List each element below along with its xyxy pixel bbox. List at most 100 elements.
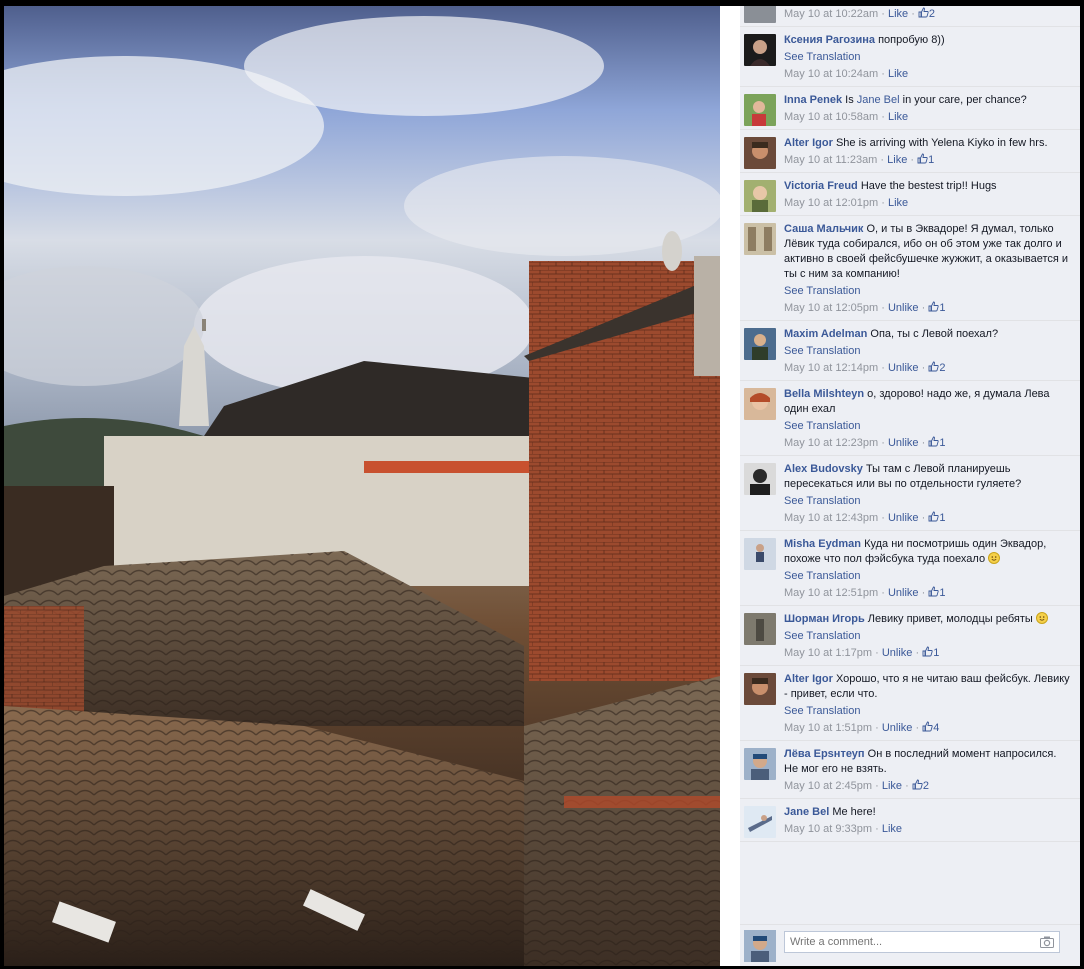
comment-meta: May 10 at 11:23am · Like · 1 bbox=[784, 153, 935, 166]
comment-author-link[interactable]: Alter Igor bbox=[784, 673, 833, 685]
like-button[interactable]: Like bbox=[888, 8, 908, 20]
like-button[interactable]: Unlike bbox=[882, 647, 913, 659]
comment-author-link[interactable]: Jane Bel bbox=[784, 806, 829, 818]
mention-link[interactable]: Jane Bel bbox=[857, 94, 900, 106]
like-count[interactable]: 1 bbox=[928, 511, 946, 524]
comment-author-link[interactable]: Саша Мальчик bbox=[784, 223, 863, 235]
avatar[interactable] bbox=[744, 223, 776, 255]
like-count-value: 1 bbox=[939, 437, 946, 449]
comment-timestamp[interactable]: May 10 at 12:14pm bbox=[784, 362, 878, 374]
like-count[interactable]: 1 bbox=[922, 646, 939, 659]
comment-timestamp[interactable]: May 10 at 10:58am bbox=[784, 111, 878, 123]
comment-item: Саша Мальчик О, и ты в Эквадоре! Я думал… bbox=[740, 216, 1080, 321]
like-count[interactable]: 1 bbox=[928, 436, 946, 449]
comment-body: Misha Eydman Куда ни посмотришь один Экв… bbox=[784, 537, 1072, 567]
like-button[interactable]: Like bbox=[888, 197, 908, 209]
see-translation-link[interactable]: See Translation bbox=[784, 494, 1072, 509]
comment-timestamp[interactable]: May 10 at 12:23pm bbox=[784, 437, 878, 449]
comment-author-link[interactable]: Misha Eydman bbox=[784, 538, 861, 550]
comment-body: Maxim Adelman Опа, ты с Левой поехал? bbox=[784, 327, 1072, 342]
thumbs-up-icon bbox=[917, 153, 928, 164]
like-button[interactable]: Unlike bbox=[888, 302, 919, 314]
avatar[interactable] bbox=[744, 613, 776, 645]
avatar[interactable] bbox=[744, 388, 776, 420]
comment-input[interactable] bbox=[784, 931, 1060, 953]
comment-timestamp[interactable]: May 10 at 11:23am bbox=[784, 154, 877, 166]
see-translation-link[interactable]: See Translation bbox=[784, 50, 1072, 65]
see-translation-link[interactable]: See Translation bbox=[784, 569, 1072, 584]
like-button[interactable]: Like bbox=[882, 823, 902, 835]
comment-author-link[interactable]: Лёва Ерsнтеуп bbox=[784, 748, 865, 760]
comment-author-link[interactable]: Inna Penek bbox=[784, 94, 842, 106]
comment-list[interactable]: your people, maybe they can fix it up :)… bbox=[740, 6, 1080, 924]
comment-body: Victoria Freud Have the bestest trip!! H… bbox=[784, 179, 1072, 194]
comment-author-link[interactable]: Victoria Freud bbox=[784, 180, 858, 192]
photo-viewer[interactable] bbox=[4, 6, 720, 966]
like-button[interactable]: Unlike bbox=[888, 587, 919, 599]
comment-author-link[interactable]: Bella Milshteyn bbox=[784, 388, 864, 400]
comment-item: Maxim Adelman Опа, ты с Левой поехал? See… bbox=[740, 321, 1080, 381]
comment-item: Bella Milshteyn о, здорово! надо же, я д… bbox=[740, 381, 1080, 456]
comment-meta: May 10 at 10:24am · Like bbox=[784, 68, 909, 80]
like-count[interactable]: 1 bbox=[928, 301, 945, 314]
like-button[interactable]: Unlike bbox=[888, 437, 919, 449]
like-count[interactable]: 2 bbox=[912, 779, 929, 792]
like-button[interactable]: Unlike bbox=[888, 512, 919, 524]
comment-timestamp[interactable]: May 10 at 1:51pm bbox=[784, 722, 872, 734]
comment-author-link[interactable]: Alter Igor bbox=[784, 137, 833, 149]
comment-timestamp[interactable]: May 10 at 12:51pm bbox=[784, 587, 878, 599]
see-translation-link[interactable]: See Translation bbox=[784, 629, 1072, 644]
avatar[interactable] bbox=[744, 463, 776, 495]
thumbs-up-icon bbox=[922, 721, 933, 732]
comment-item: Inna Penek Is Jane Bel in your care, per… bbox=[740, 87, 1080, 130]
avatar[interactable] bbox=[744, 748, 776, 780]
comment-timestamp[interactable]: May 10 at 10:24am bbox=[784, 68, 878, 80]
like-button[interactable]: Like bbox=[887, 154, 907, 166]
like-count[interactable]: 2 bbox=[918, 7, 935, 20]
comments-sidebar: × your people, maybe they can fix it up … bbox=[720, 6, 1080, 966]
avatar[interactable] bbox=[744, 806, 776, 838]
like-button[interactable]: Unlike bbox=[888, 362, 919, 374]
rooftops-photo bbox=[4, 6, 720, 966]
comment-timestamp[interactable]: May 10 at 9:33pm bbox=[784, 823, 872, 835]
like-count[interactable]: 2 bbox=[928, 361, 945, 374]
avatar[interactable] bbox=[744, 538, 776, 570]
like-button[interactable]: Unlike bbox=[882, 722, 913, 734]
avatar[interactable] bbox=[744, 137, 776, 169]
comment-author-link[interactable]: Ксения Рагозина bbox=[784, 34, 875, 46]
comment-author-link[interactable]: Шорман Игорь bbox=[784, 613, 865, 625]
like-button[interactable]: Like bbox=[882, 780, 902, 792]
avatar[interactable] bbox=[744, 328, 776, 360]
see-translation-link[interactable]: See Translation bbox=[784, 284, 1072, 299]
comment-meta: May 10 at 12:23pm · Unlike · 1 bbox=[784, 436, 946, 449]
comment-timestamp[interactable]: May 10 at 2:45pm bbox=[784, 780, 872, 792]
like-count[interactable]: 1 bbox=[928, 586, 945, 599]
like-count[interactable]: 1 bbox=[917, 153, 934, 166]
comment-author-link[interactable]: Alex Budovsky bbox=[784, 463, 863, 475]
thumbs-up-icon bbox=[928, 361, 939, 372]
like-button[interactable]: Like bbox=[888, 111, 908, 123]
avatar[interactable] bbox=[744, 673, 776, 705]
see-translation-link[interactable]: See Translation bbox=[784, 344, 1072, 359]
avatar[interactable] bbox=[744, 180, 776, 212]
avatar[interactable] bbox=[744, 34, 776, 66]
like-count-value: 1 bbox=[939, 512, 946, 524]
comment-meta: May 10 at 12:05pm · Unlike · 1 bbox=[784, 301, 946, 314]
comment-author-link[interactable]: Maxim Adelman bbox=[784, 328, 867, 340]
comment-item: Victoria Freud Have the bestest trip!! H… bbox=[740, 173, 1080, 216]
comment-meta: May 10 at 1:17pm · Unlike · 1 bbox=[784, 646, 940, 659]
comment-timestamp[interactable]: May 10 at 12:43pm bbox=[784, 512, 878, 524]
avatar[interactable] bbox=[744, 6, 776, 23]
see-translation-link[interactable]: See Translation bbox=[784, 704, 1072, 719]
see-translation-link[interactable]: See Translation bbox=[784, 419, 1072, 434]
like-button[interactable]: Like bbox=[888, 68, 908, 80]
avatar[interactable] bbox=[744, 94, 776, 126]
comment-body: Alter Igor Хорошо, что я не читаю ваш фе… bbox=[784, 672, 1072, 702]
camera-icon[interactable] bbox=[1040, 936, 1054, 948]
comment-timestamp[interactable]: May 10 at 12:05pm bbox=[784, 302, 878, 314]
comment-timestamp[interactable]: May 10 at 1:17pm bbox=[784, 647, 872, 659]
like-count-value: 2 bbox=[922, 780, 929, 792]
like-count[interactable]: 4 bbox=[922, 721, 939, 734]
comment-timestamp[interactable]: May 10 at 10:22am bbox=[784, 8, 878, 20]
comment-timestamp[interactable]: May 10 at 12:01pm bbox=[784, 197, 878, 209]
